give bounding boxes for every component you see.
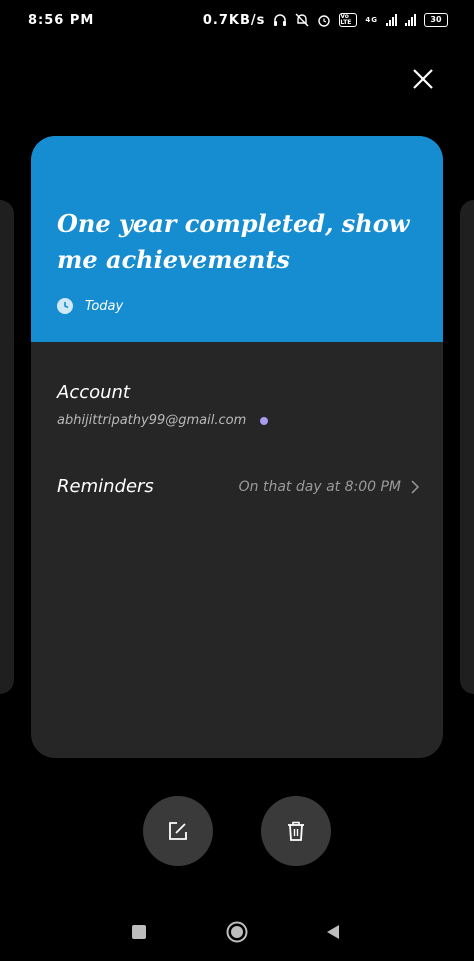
next-card-peek[interactable] — [460, 200, 474, 694]
account-email: abhijittripathy99@gmail.com — [57, 413, 269, 428]
reminders-value-text: On that day at 8:00 PM — [238, 478, 401, 495]
delete-button[interactable] — [261, 796, 331, 866]
navigation-bar — [0, 905, 474, 961]
status-time: 8:56 PM — [28, 12, 95, 28]
alarm-icon — [318, 15, 331, 27]
account-email-text: abhijittripathy99@gmail.com — [57, 413, 247, 428]
previous-card-peek[interactable] — [0, 200, 14, 694]
reminders-value: On that day at 8:00 PM — [239, 479, 419, 495]
chevron-right-icon — [411, 479, 419, 494]
reminders-row[interactable]: Reminders On that day at 8:00 PM — [57, 476, 419, 497]
card-header: One year completed, show me achievements… — [31, 136, 443, 342]
network-type: 4G — [365, 16, 378, 24]
edit-icon — [169, 822, 187, 840]
signal-icon-2 — [405, 14, 416, 26]
note-card: One year completed, show me achievements… — [31, 136, 443, 758]
headphones-icon — [274, 14, 287, 26]
trash-icon — [288, 821, 304, 841]
close-button[interactable] — [404, 60, 442, 98]
note-title: One year completed, show me achievements — [57, 209, 410, 274]
close-icon — [413, 69, 433, 89]
edit-button[interactable] — [143, 796, 213, 866]
recents-button[interactable] — [132, 925, 146, 939]
account-label: Account — [57, 382, 130, 403]
status-bar: 8:56 PM 0.7KB/s Vo LTE 4G 30 — [0, 0, 474, 40]
volte-icon: Vo LTE — [339, 13, 358, 27]
account-color-dot — [260, 416, 269, 425]
clock-icon — [57, 298, 73, 314]
bell-muted-icon — [295, 13, 309, 27]
reminders-label: Reminders — [57, 476, 154, 497]
note-date-label: Today — [85, 298, 124, 314]
network-speed: 0.7KB/s — [202, 12, 266, 28]
battery-icon: 30 — [424, 13, 448, 27]
signal-icon — [386, 14, 397, 26]
back-button[interactable] — [326, 925, 340, 939]
note-date: Today — [57, 298, 123, 314]
status-icons: 0.7KB/s Vo LTE 4G 30 — [203, 13, 448, 28]
home-button[interactable] — [226, 921, 248, 943]
